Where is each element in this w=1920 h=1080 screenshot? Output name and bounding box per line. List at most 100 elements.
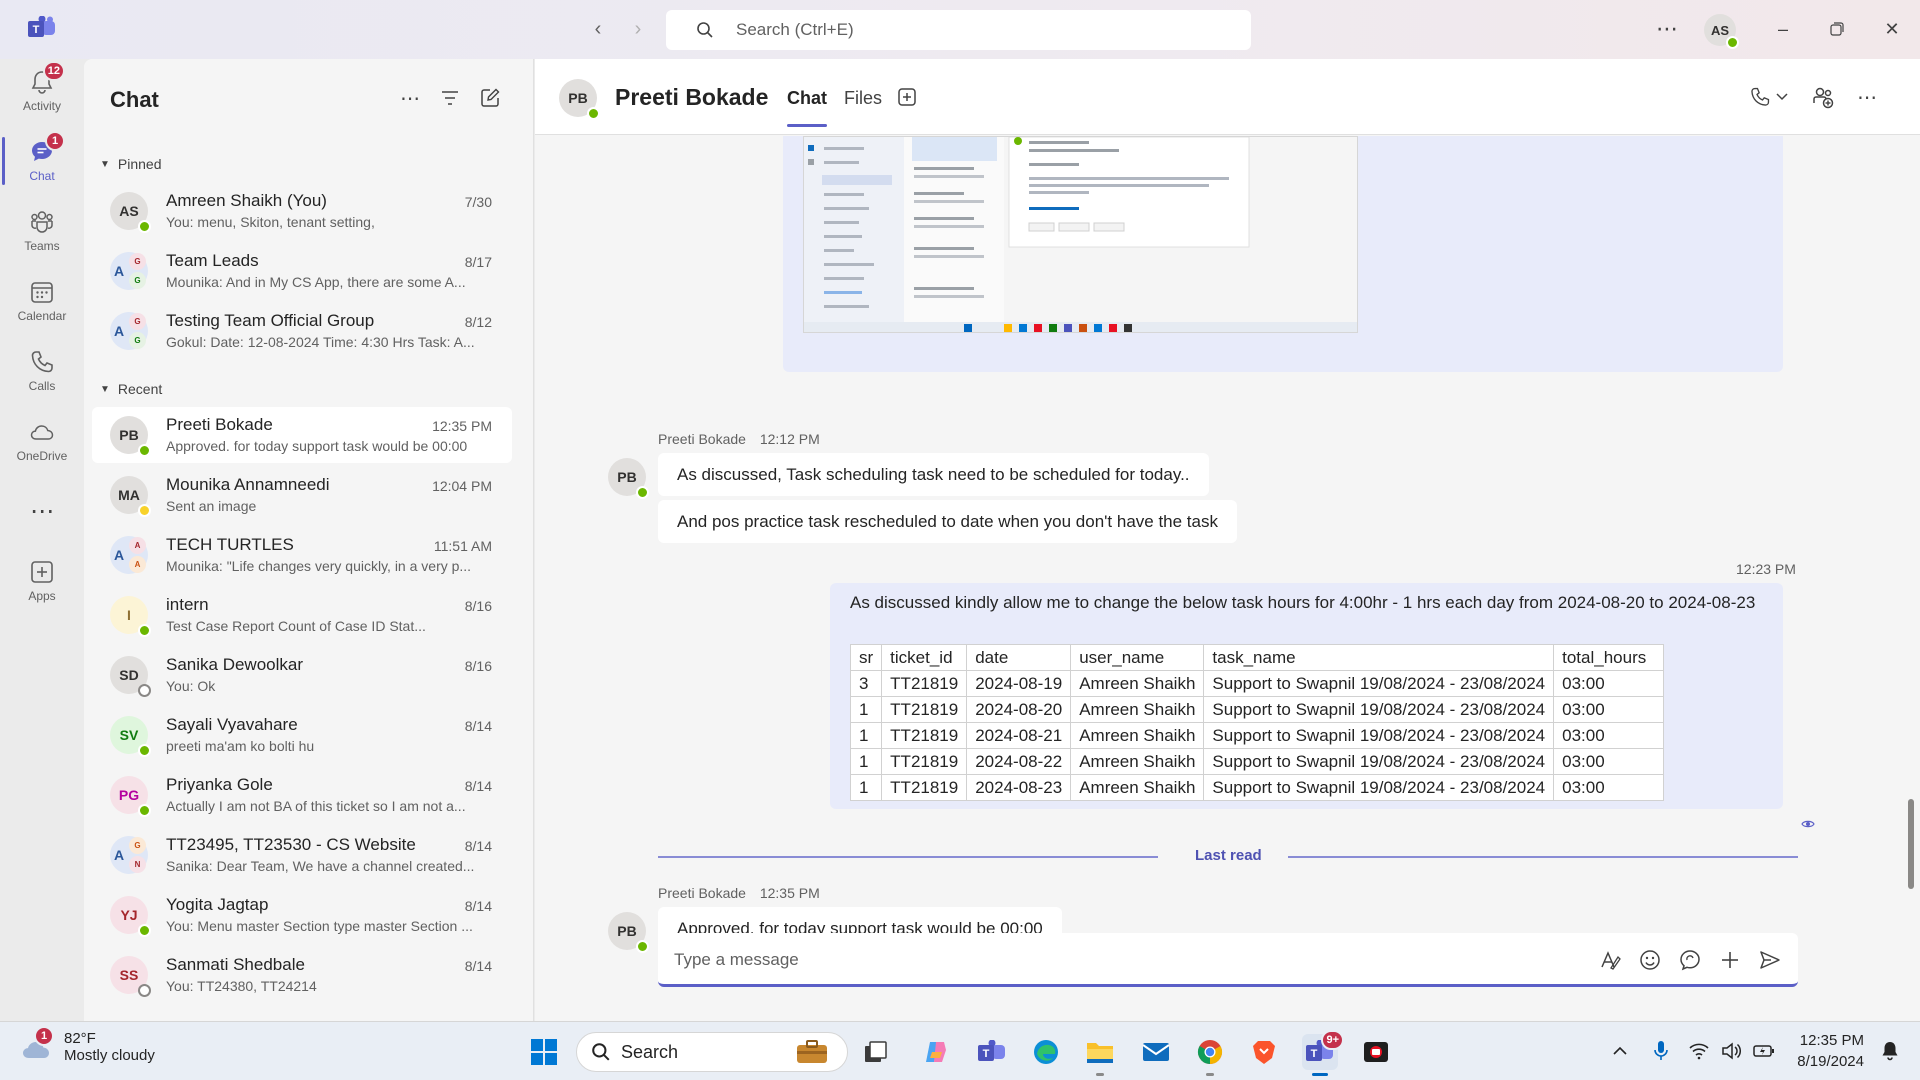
rail-more[interactable]: ⋯ — [0, 479, 84, 543]
chat-item-priyanka[interactable]: PG Priyanka Gole 8/14 Actually I am not … — [92, 767, 512, 823]
incoming-message[interactable]: And pos practice task rescheduled to dat… — [658, 500, 1237, 543]
chat-item-testing-team[interactable]: A G G Testing Team Official Group 8/12 G… — [92, 303, 512, 359]
copilot-icon[interactable] — [918, 1034, 954, 1070]
scrollbar[interactable] — [1908, 799, 1914, 889]
audio-call-icon[interactable] — [1746, 83, 1774, 111]
rail-apps[interactable]: Apps — [0, 549, 84, 613]
wifi-icon[interactable] — [1689, 1042, 1709, 1060]
message-time: 12:12 PM — [759, 431, 820, 447]
close-icon[interactable]: ✕ — [1877, 14, 1907, 44]
incoming-message[interactable]: As discussed, Task scheduling task need … — [658, 453, 1209, 496]
add-people-icon[interactable] — [1809, 83, 1837, 111]
outgoing-message[interactable]: As discussed kindly allow me to change t… — [830, 583, 1783, 809]
filter-icon[interactable] — [437, 85, 463, 111]
table-cell: 1 — [849, 722, 883, 749]
chat-item-intern[interactable]: I intern 8/16 Test Case Report Count of … — [92, 587, 512, 643]
member-avatar: A — [129, 537, 146, 554]
tab-chat[interactable]: Chat — [787, 88, 827, 127]
chat-item-sanmati[interactable]: SS Sanmati Shedbale 8/14 You: TT24380, T… — [92, 947, 512, 1003]
table-cell: Support to Swapnil 19/08/2024 - 23/08/20… — [1203, 774, 1555, 801]
teams-taskbar-icon[interactable]: T — [974, 1034, 1010, 1070]
edge-icon[interactable] — [1028, 1034, 1064, 1070]
chevron-down-icon[interactable] — [1773, 83, 1791, 111]
chrome-icon[interactable] — [1192, 1034, 1228, 1076]
brave-icon[interactable] — [1246, 1034, 1282, 1070]
divider-line — [1288, 856, 1798, 858]
mail-icon[interactable] — [1138, 1034, 1174, 1070]
avatar-initials: YJ — [120, 907, 138, 923]
member-avatar: G — [129, 332, 146, 349]
contact-avatar[interactable]: PB — [559, 79, 600, 120]
sender-avatar[interactable]: PB — [608, 458, 649, 499]
recent-section-toggle[interactable]: ▼ Recent — [100, 381, 162, 397]
loop-icon[interactable] — [1676, 946, 1704, 974]
tab-files[interactable]: Files — [844, 88, 882, 109]
microphone-icon[interactable] — [1653, 1040, 1669, 1062]
volume-icon[interactable] — [1721, 1042, 1742, 1060]
clock[interactable]: 12:35 PM 8/19/2024 — [1797, 1030, 1864, 1072]
chat-item-sayali[interactable]: SV Sayali Vyavahare 8/14 preeti ma'am ko… — [92, 707, 512, 763]
send-icon[interactable] — [1756, 946, 1784, 974]
battery-icon[interactable] — [1753, 1044, 1775, 1058]
message-input[interactable] — [674, 947, 1524, 973]
windows-start-icon[interactable] — [526, 1034, 562, 1070]
avatar-initials: SV — [119, 727, 139, 743]
new-chat-icon[interactable] — [477, 85, 503, 111]
emoji-icon[interactable] — [1636, 946, 1664, 974]
bell-icon: 12 — [29, 61, 65, 95]
chevron-up-icon[interactable] — [1613, 1046, 1627, 1056]
file-explorer-icon[interactable] — [1082, 1034, 1118, 1076]
chat-item-team-leads[interactable]: A G G Team Leads 8/17 Mounika: And in My… — [92, 243, 512, 299]
message-meta: Preeti Bokade 12:12 PM — [658, 431, 820, 447]
chat-name: Team Leads — [166, 251, 259, 270]
column-header: user_name — [1070, 644, 1205, 671]
sender-avatar[interactable]: PB — [608, 912, 649, 953]
more-options-icon[interactable]: ⋯ — [1656, 16, 1679, 42]
presence-offline-icon — [138, 684, 151, 697]
chat-preview: You: Menu master Section type master Sec… — [166, 918, 473, 934]
restore-icon[interactable] — [1822, 14, 1852, 44]
chat-preview: preeti ma'am ko bolti hu — [166, 738, 315, 754]
chat-item-yogita[interactable]: YJ Yogita Jagtap 8/14 You: Menu master S… — [92, 887, 512, 943]
more-options-icon[interactable]: ⋯ — [1853, 83, 1881, 111]
add-tab-icon[interactable] — [893, 83, 921, 111]
weather-widget[interactable]: 1 82°F Mostly cloudy — [20, 1026, 155, 1064]
rail-teams[interactable]: Teams — [0, 199, 84, 263]
pinned-section-toggle[interactable]: ▼ Pinned — [100, 156, 162, 172]
group-avatar: A A A — [110, 536, 148, 574]
rail-chat[interactable]: 1 Chat — [0, 129, 84, 193]
column-header: task_name — [1203, 644, 1555, 671]
minimize-icon[interactable]: – — [1768, 14, 1798, 44]
more-options-icon[interactable]: ⋯ — [397, 85, 423, 111]
chat-item-cs-website[interactable]: A G N TT23495, TT23530 - CS Website 8/14… — [92, 827, 512, 883]
teams-logo-icon: T — [28, 16, 56, 40]
more-apps-icon: ⋯ — [30, 497, 54, 525]
plus-icon[interactable] — [1716, 946, 1744, 974]
forward-arrow-icon[interactable]: › — [627, 18, 649, 40]
rail-calls[interactable]: Calls — [0, 339, 84, 403]
taskbar-search[interactable]: Search — [576, 1032, 848, 1072]
image-attachment[interactable] — [803, 136, 1358, 333]
format-icon[interactable] — [1596, 946, 1624, 974]
chat-preview: Test Case Report Count of Case ID Stat..… — [166, 618, 426, 634]
rail-calendar[interactable]: Calendar — [0, 269, 84, 333]
member-avatar: N — [129, 856, 146, 873]
rail-activity[interactable]: 12 Activity — [0, 59, 84, 123]
screen-recorder-icon[interactable] — [1358, 1034, 1394, 1070]
chat-item-preeti-bokade[interactable]: PB Preeti Bokade 12:35 PM Approved. for … — [92, 407, 512, 463]
rail-onedrive[interactable]: OneDrive — [0, 409, 84, 473]
notification-bell-icon[interactable] — [1880, 1040, 1900, 1062]
chat-item-sanika[interactable]: SD Sanika Dewoolkar 8/16 You: Ok — [92, 647, 512, 703]
compose-box[interactable] — [658, 933, 1798, 987]
avatar: SD — [110, 656, 151, 697]
table-row: 3 TT21819 2024-08-19 Amreen Shaikh Suppo… — [849, 670, 1665, 697]
task-view-icon[interactable] — [858, 1034, 894, 1070]
back-arrow-icon[interactable]: ‹ — [587, 18, 609, 40]
chat-item-tech-turtles[interactable]: A A A TECH TURTLES 11:51 AM Mounika: "Li… — [92, 527, 512, 583]
chat-item-mounika[interactable]: MA Mounika Annamneedi 12:04 PM Sent an i… — [92, 467, 512, 523]
user-avatar[interactable]: AS — [1704, 14, 1739, 49]
message-list: Preeti Bokade 12:12 PM PB As discussed, … — [535, 136, 1920, 1021]
teams-active-icon[interactable]: T 9+ — [1302, 1030, 1344, 1076]
chat-item-amreen-shaikh[interactable]: AS Amreen Shaikh (You) 7/30 You: menu, S… — [92, 183, 512, 239]
search-box[interactable]: Search (Ctrl+E) — [666, 10, 1251, 50]
